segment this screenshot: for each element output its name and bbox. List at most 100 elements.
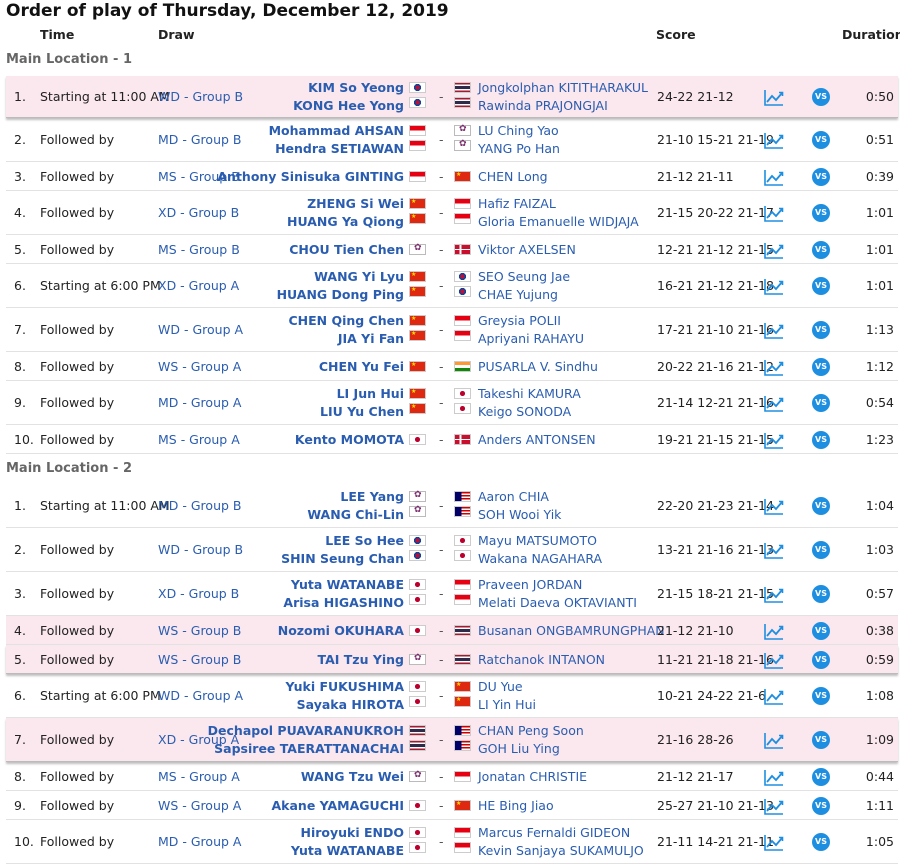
head-to-head-button[interactable]: VS: [812, 833, 830, 851]
head-to-head-button[interactable]: VS: [812, 585, 830, 603]
stats-chart-icon[interactable]: [764, 586, 784, 603]
player-link[interactable]: LI Yin Hui: [478, 696, 536, 714]
head-to-head-button[interactable]: VS: [812, 687, 830, 705]
player-link[interactable]: GOH Liu Ying: [478, 740, 584, 758]
player-link[interactable]: LEE Yang: [307, 488, 404, 506]
stats-chart-icon[interactable]: [764, 498, 784, 515]
player-link[interactable]: Mohammad AHSAN: [269, 122, 404, 140]
stats-chart-icon[interactable]: [764, 242, 784, 259]
stats-chart-icon[interactable]: [764, 542, 784, 559]
player-link[interactable]: CHEN Yu Fei: [319, 358, 404, 376]
draw-link[interactable]: MD - Group A: [158, 833, 241, 851]
head-to-head-button[interactable]: VS: [812, 241, 830, 259]
draw-link[interactable]: WS - Group A: [158, 797, 241, 815]
stats-chart-icon[interactable]: [764, 359, 784, 376]
draw-link[interactable]: XD - Group B: [158, 204, 239, 222]
player-link[interactable]: WANG Yi Lyu: [277, 268, 404, 286]
player-link[interactable]: WANG Chi-Lin: [307, 506, 404, 524]
player-link[interactable]: Akane YAMAGUCHI: [272, 797, 405, 815]
draw-link[interactable]: WD - Group A: [158, 321, 243, 339]
stats-chart-icon[interactable]: [764, 205, 784, 222]
stats-chart-icon[interactable]: [764, 322, 784, 339]
stats-chart-icon[interactable]: [764, 623, 784, 640]
player-link[interactable]: Anders ANTONSEN: [478, 431, 596, 449]
player-link[interactable]: TAI Tzu Ying: [318, 651, 404, 669]
player-link[interactable]: CHOU Tien Chen: [289, 241, 404, 259]
player-link[interactable]: CHAE Yujung: [478, 286, 570, 304]
player-link[interactable]: Wakana NAGAHARA: [478, 550, 602, 568]
head-to-head-button[interactable]: VS: [812, 204, 830, 222]
draw-link[interactable]: XD - Group A: [158, 277, 239, 295]
draw-link[interactable]: MS - Group A: [158, 431, 240, 449]
player-link[interactable]: Nozomi OKUHARA: [278, 622, 404, 640]
player-link[interactable]: HUANG Ya Qiong: [287, 213, 404, 231]
player-link[interactable]: Yuki FUKUSHIMA: [285, 678, 404, 696]
head-to-head-button[interactable]: VS: [812, 131, 830, 149]
player-link[interactable]: Marcus Fernaldi GIDEON: [478, 824, 644, 842]
draw-link[interactable]: WD - Group B: [158, 541, 243, 559]
stats-chart-icon[interactable]: [764, 652, 784, 669]
stats-chart-icon[interactable]: [764, 432, 784, 449]
stats-chart-icon[interactable]: [764, 769, 784, 786]
player-link[interactable]: Dechapol PUAVARANUKROH: [208, 722, 404, 740]
player-link[interactable]: Hendra SETIAWAN: [269, 140, 404, 158]
head-to-head-button[interactable]: VS: [812, 731, 830, 749]
player-link[interactable]: Kevin Sanjaya SUKAMULJO: [478, 842, 644, 860]
stats-chart-icon[interactable]: [764, 395, 784, 412]
player-link[interactable]: HE Bing Jiao: [478, 797, 554, 815]
stats-chart-icon[interactable]: [764, 732, 784, 749]
draw-link[interactable]: MS - Group A: [158, 768, 240, 786]
player-link[interactable]: Rawinda PRAJONGJAI: [478, 97, 648, 115]
player-link[interactable]: HUANG Dong Ping: [277, 286, 404, 304]
player-link[interactable]: Sapsiree TAERATTANACHAI: [208, 740, 404, 758]
head-to-head-button[interactable]: VS: [812, 768, 830, 786]
player-link[interactable]: Jongkolphan KITITHARAKUL: [478, 79, 648, 97]
player-link[interactable]: CHEN Long: [478, 168, 548, 186]
player-link[interactable]: KONG Hee Yong: [293, 97, 404, 115]
head-to-head-button[interactable]: VS: [812, 394, 830, 412]
player-link[interactable]: SOH Wooi Yik: [478, 506, 561, 524]
player-link[interactable]: PUSARLA V. Sindhu: [478, 358, 598, 376]
head-to-head-button[interactable]: VS: [812, 431, 830, 449]
head-to-head-button[interactable]: VS: [812, 622, 830, 640]
player-link[interactable]: JIA Yi Fan: [288, 330, 404, 348]
player-link[interactable]: Apriyani RAHAYU: [478, 330, 584, 348]
player-link[interactable]: Ratchanok INTANON: [478, 651, 605, 669]
player-link[interactable]: LI Jun Hui: [320, 385, 404, 403]
player-link[interactable]: Praveen JORDAN: [478, 576, 637, 594]
draw-link[interactable]: MD - Group B: [158, 497, 241, 515]
head-to-head-button[interactable]: VS: [812, 88, 830, 106]
player-link[interactable]: SEO Seung Jae: [478, 268, 570, 286]
player-link[interactable]: Keigo SONODA: [478, 403, 581, 421]
stats-chart-icon[interactable]: [764, 169, 784, 186]
player-link[interactable]: Greysia POLII: [478, 312, 584, 330]
player-link[interactable]: SHIN Seung Chan: [281, 550, 404, 568]
stats-chart-icon[interactable]: [764, 132, 784, 149]
player-link[interactable]: Yuta WATANABE: [283, 576, 404, 594]
player-link[interactable]: Arisa HIGASHINO: [283, 594, 404, 612]
draw-link[interactable]: WS - Group A: [158, 358, 241, 376]
player-link[interactable]: Busanan ONGBAMRUNGPHAN: [478, 622, 665, 640]
draw-link[interactable]: WS - Group B: [158, 651, 241, 669]
player-link[interactable]: Gloria Emanuelle WIDJAJA: [478, 213, 639, 231]
draw-link[interactable]: WD - Group B: [158, 88, 243, 106]
player-link[interactable]: LIU Yu Chen: [320, 403, 404, 421]
player-link[interactable]: Kento MOMOTA: [295, 431, 404, 449]
player-link[interactable]: LU Ching Yao: [478, 122, 560, 140]
player-link[interactable]: Takeshi KAMURA: [478, 385, 581, 403]
draw-link[interactable]: XD - Group B: [158, 585, 239, 603]
head-to-head-button[interactable]: VS: [812, 651, 830, 669]
player-link[interactable]: Aaron CHIA: [478, 488, 561, 506]
head-to-head-button[interactable]: VS: [812, 321, 830, 339]
draw-link[interactable]: MS - Group B: [158, 241, 240, 259]
player-link[interactable]: Mayu MATSUMOTO: [478, 532, 602, 550]
player-link[interactable]: YANG Po Han: [478, 140, 560, 158]
player-link[interactable]: ZHENG Si Wei: [287, 195, 404, 213]
draw-link[interactable]: MD - Group A: [158, 394, 241, 412]
player-link[interactable]: Hafiz FAIZAL: [478, 195, 639, 213]
player-link[interactable]: Viktor AXELSEN: [478, 241, 576, 259]
player-link[interactable]: Yuta WATANABE: [291, 842, 404, 860]
head-to-head-button[interactable]: VS: [812, 497, 830, 515]
player-link[interactable]: Hiroyuki ENDO: [291, 824, 405, 842]
stats-chart-icon[interactable]: [764, 798, 784, 815]
